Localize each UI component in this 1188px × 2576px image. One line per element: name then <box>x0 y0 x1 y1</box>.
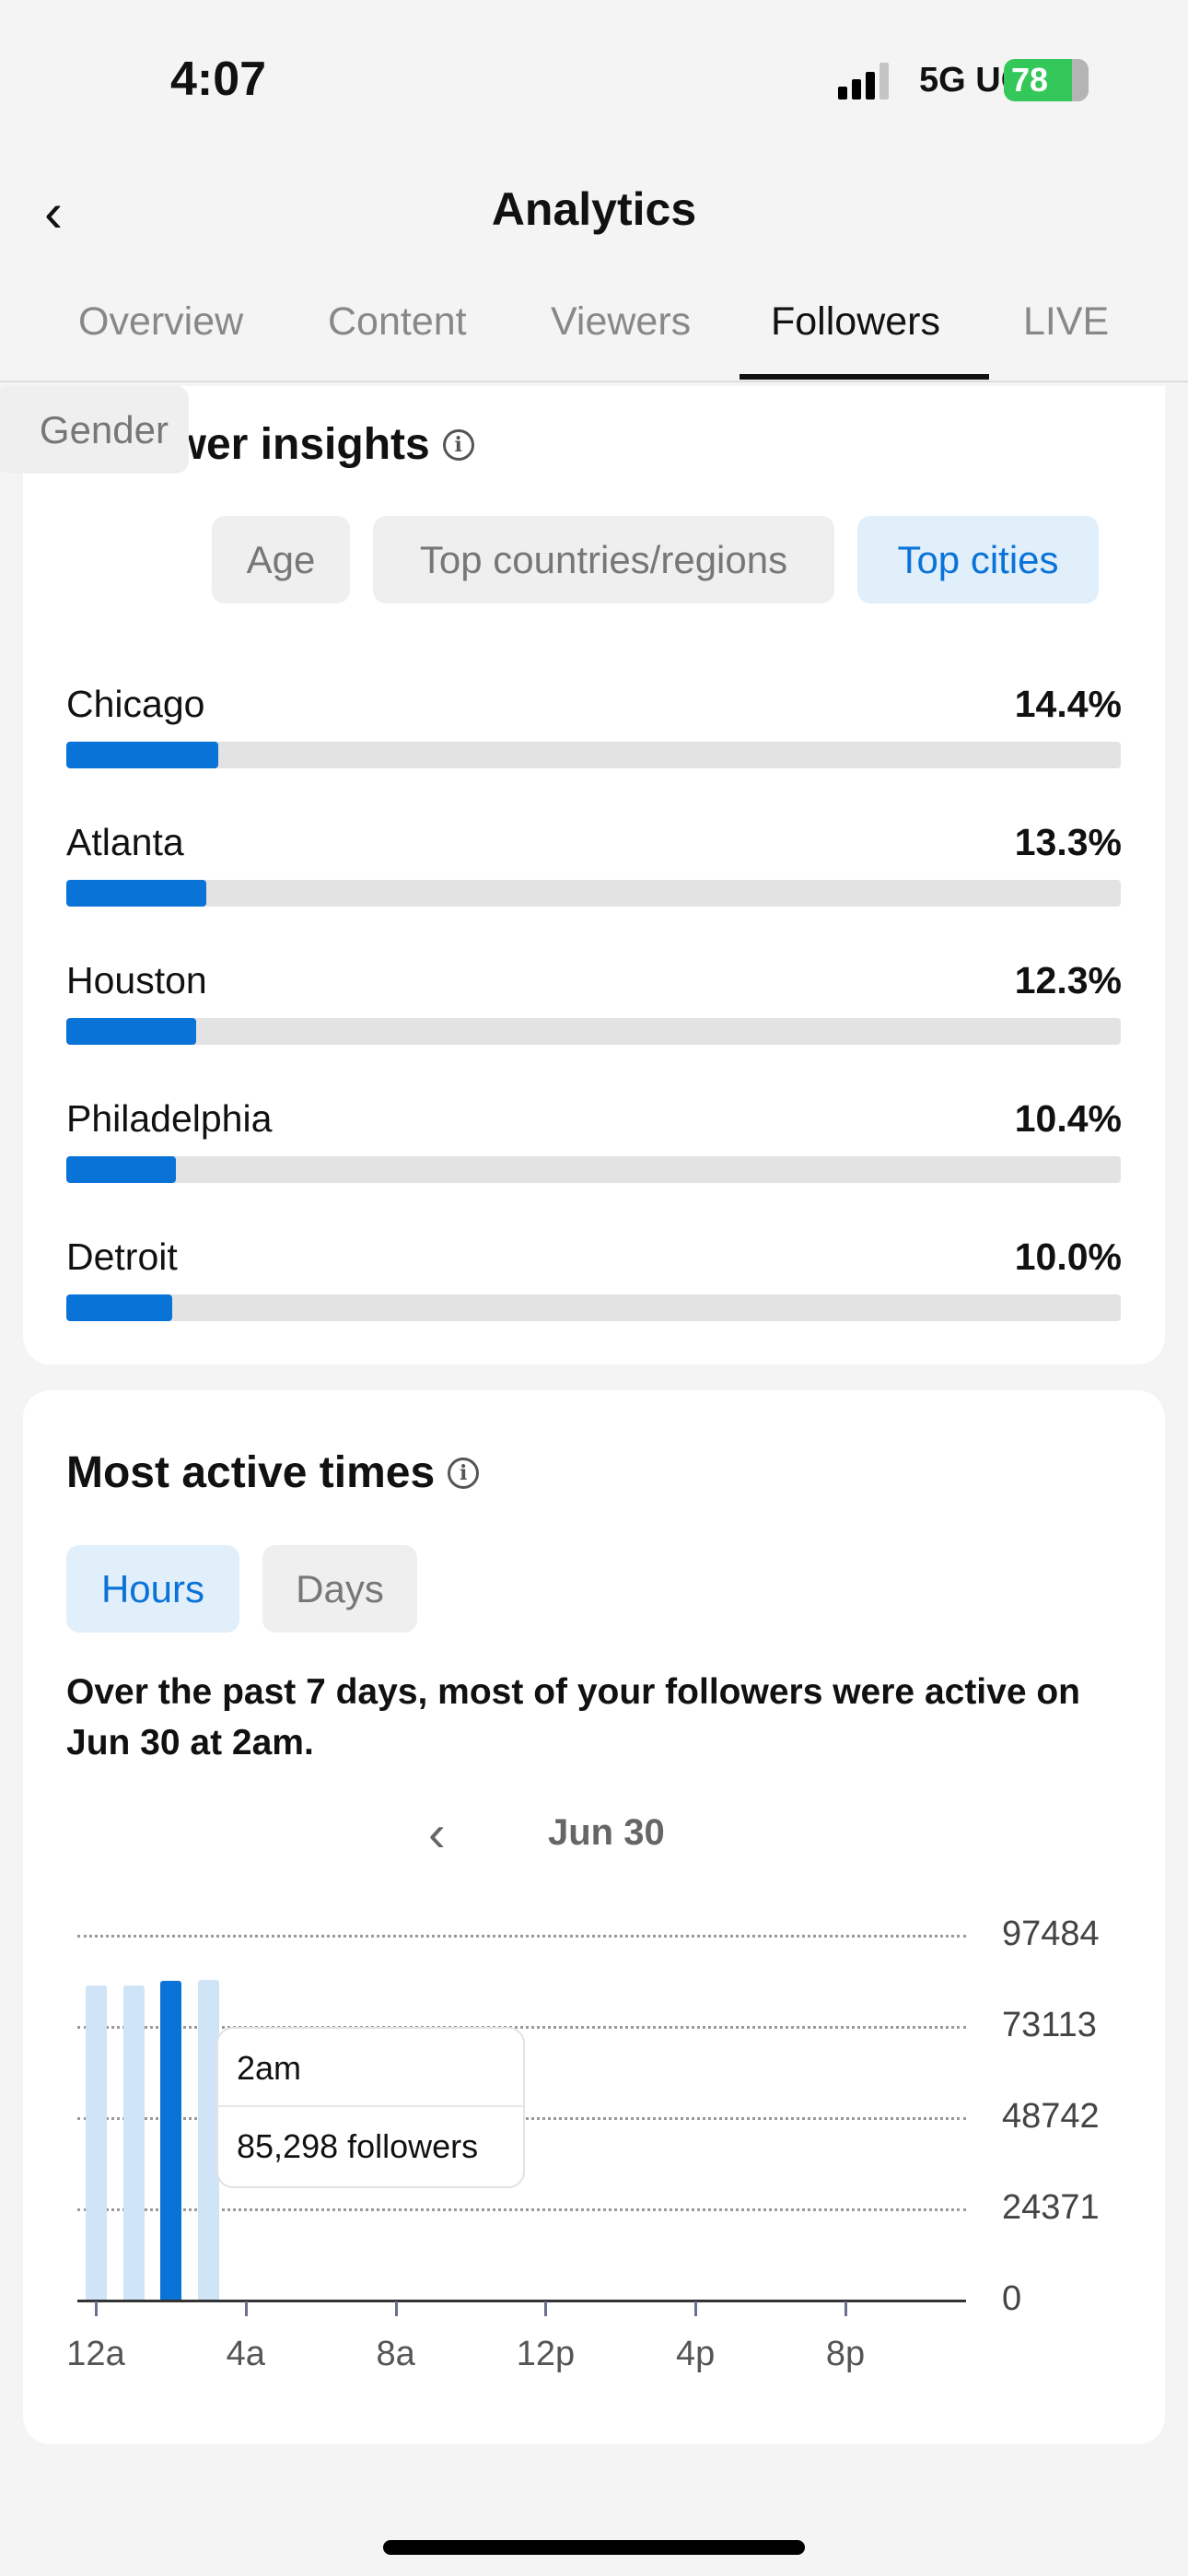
date-label: Jun 30 <box>548 1812 665 1853</box>
x-tick <box>95 2301 98 2316</box>
toggle-hours[interactable]: Hours <box>66 1545 239 1633</box>
filter-top-countries[interactable]: Top countries/regions <box>373 516 834 603</box>
city-bar-fill <box>66 1018 196 1045</box>
city-bar-track <box>66 1156 1121 1183</box>
info-icon[interactable]: i <box>442 428 474 461</box>
active-summary: Over the past 7 days, most of your follo… <box>66 1672 1081 1762</box>
filter-top-cities[interactable]: Top cities <box>857 516 1099 603</box>
city-name: Philadelphia <box>66 1097 273 1140</box>
tooltip-divider <box>218 2105 523 2107</box>
tab-viewers[interactable]: Viewers <box>551 299 691 345</box>
city-bar-fill <box>66 880 207 907</box>
city-bar-track <box>66 1294 1121 1321</box>
page-title: Analytics <box>491 183 697 235</box>
gridline <box>77 1935 966 1938</box>
city-percentage: 13.3% <box>1014 821 1122 863</box>
x-tick <box>394 2301 398 2316</box>
y-tick-label: 24371 <box>1002 2188 1100 2227</box>
filter-age[interactable]: Age <box>212 516 350 603</box>
city-bar-track <box>66 1018 1121 1045</box>
most-active-heading: Most active times i <box>66 1447 480 1498</box>
x-tick-label: 8a <box>376 2335 415 2373</box>
hour-bar[interactable] <box>122 1985 145 2300</box>
follower-insights-card: Follower insights i Gender Age Top countr… <box>0 386 1165 1364</box>
y-tick-label: 48742 <box>1002 2097 1100 2136</box>
city-name: Chicago <box>66 683 205 725</box>
tab-bar: Overview Content Viewers Followers LIVE <box>0 299 1188 382</box>
hour-bar[interactable] <box>86 1985 107 2300</box>
city-name: Atlanta <box>66 821 184 863</box>
y-tick-label: 73113 <box>1002 2006 1097 2044</box>
city-bar-fill <box>66 742 218 768</box>
y-tick-label: 0 <box>1002 2279 1022 2318</box>
battery-level: 78 <box>1011 61 1049 99</box>
city-percentage: 10.0% <box>1014 1235 1122 1278</box>
city-percentage: 14.4% <box>1014 683 1122 725</box>
tooltip-value: 85,298 followers <box>237 2127 479 2165</box>
signal-icon <box>838 63 889 100</box>
city-bar-fill <box>66 1156 177 1183</box>
x-tick-label: 4p <box>676 2335 716 2373</box>
city-bar-track <box>66 742 1121 768</box>
x-tick <box>844 2301 847 2316</box>
city-bar-fill <box>66 1294 172 1321</box>
section-title: Most active times <box>66 1448 436 1497</box>
city-name: Houston <box>66 959 207 1001</box>
city-percentage: 10.4% <box>1014 1097 1122 1140</box>
battery-icon: 78 <box>1004 59 1089 101</box>
city-bar-track <box>66 880 1121 907</box>
home-indicator[interactable] <box>383 2540 805 2555</box>
tab-live[interactable]: LIVE <box>1023 299 1109 345</box>
x-tick-label: 12p <box>516 2335 576 2373</box>
city-name: Detroit <box>66 1235 178 1278</box>
tab-followers[interactable]: Followers <box>771 299 940 345</box>
tooltip-label: 2am <box>237 2049 302 2087</box>
x-tick <box>544 2301 548 2316</box>
filter-gender[interactable]: Gender <box>0 386 189 474</box>
x-tick <box>244 2301 248 2316</box>
status-time: 4:07 <box>170 53 267 106</box>
hour-bar[interactable] <box>160 1980 182 2300</box>
active-tab-indicator <box>740 374 989 380</box>
previous-date-button[interactable]: ‹ <box>428 1803 446 1863</box>
most-active-times-card: Most active times i Hours Days Over the p… <box>23 1390 1165 2444</box>
toggle-days[interactable]: Days <box>262 1545 417 1633</box>
x-tick-label: 8p <box>825 2335 866 2373</box>
tab-content[interactable]: Content <box>328 299 467 345</box>
chart-tooltip: 2am 85,298 followers <box>216 2027 525 2188</box>
x-tick <box>694 2301 698 2316</box>
tab-overview[interactable]: Overview <box>78 299 243 345</box>
city-percentage: 12.3% <box>1014 959 1122 1001</box>
x-tick-label: 4a <box>226 2335 265 2373</box>
y-tick-label: 97484 <box>1002 1914 1100 1953</box>
x-tick-label: 12a <box>66 2335 125 2373</box>
info-icon[interactable]: i <box>448 1457 480 1489</box>
x-axis <box>77 2300 966 2302</box>
